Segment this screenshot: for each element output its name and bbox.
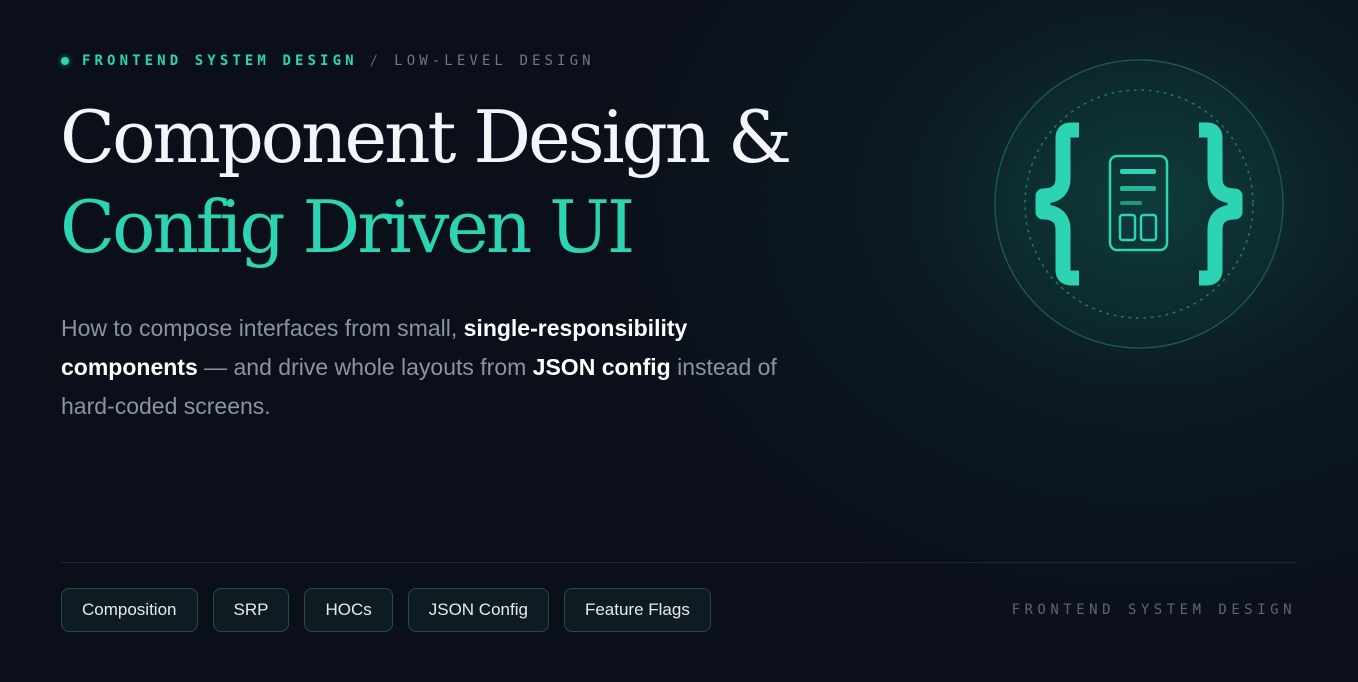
config-line-icon [1120, 186, 1156, 191]
config-braces-icon [993, 58, 1285, 350]
subtitle-emphasis-2: JSON config [532, 354, 671, 380]
status-dot-icon [61, 57, 69, 65]
title-line-1: Component Design & [60, 95, 792, 179]
eyebrow-primary: FRONTEND SYSTEM DESIGN [82, 53, 358, 69]
subtitle: How to compose interfaces from small, si… [61, 309, 791, 426]
tag-composition[interactable]: Composition [61, 588, 198, 632]
config-line-icon [1120, 169, 1156, 174]
eyebrow-secondary: LOW-LEVEL DESIGN [394, 53, 595, 69]
subtitle-text-1: How to compose interfaces from small, [61, 315, 464, 341]
emblem-graphic [994, 59, 1284, 349]
eyebrow-separator: / [369, 53, 383, 69]
subtitle-text-2: — and drive whole layouts from [197, 354, 533, 380]
tag-hocs[interactable]: HOCs [304, 588, 393, 632]
eyebrow: FRONTEND SYSTEM DESIGN / LOW-LEVEL DESIG… [61, 52, 595, 70]
footer-label: FRONTEND SYSTEM DESIGN [1011, 602, 1296, 618]
tag-srp[interactable]: SRP [212, 588, 290, 632]
tag-json-config[interactable]: JSON Config [407, 588, 549, 632]
divider [61, 562, 1296, 563]
config-line-icon [1120, 201, 1142, 205]
tag-list: Composition SRP HOCs JSON Config Feature… [61, 588, 726, 632]
page-title: Component Design & Config Driven UI [60, 92, 792, 272]
title-line-2: Config Driven UI [60, 185, 635, 269]
tag-feature-flags[interactable]: Feature Flags [563, 588, 711, 632]
